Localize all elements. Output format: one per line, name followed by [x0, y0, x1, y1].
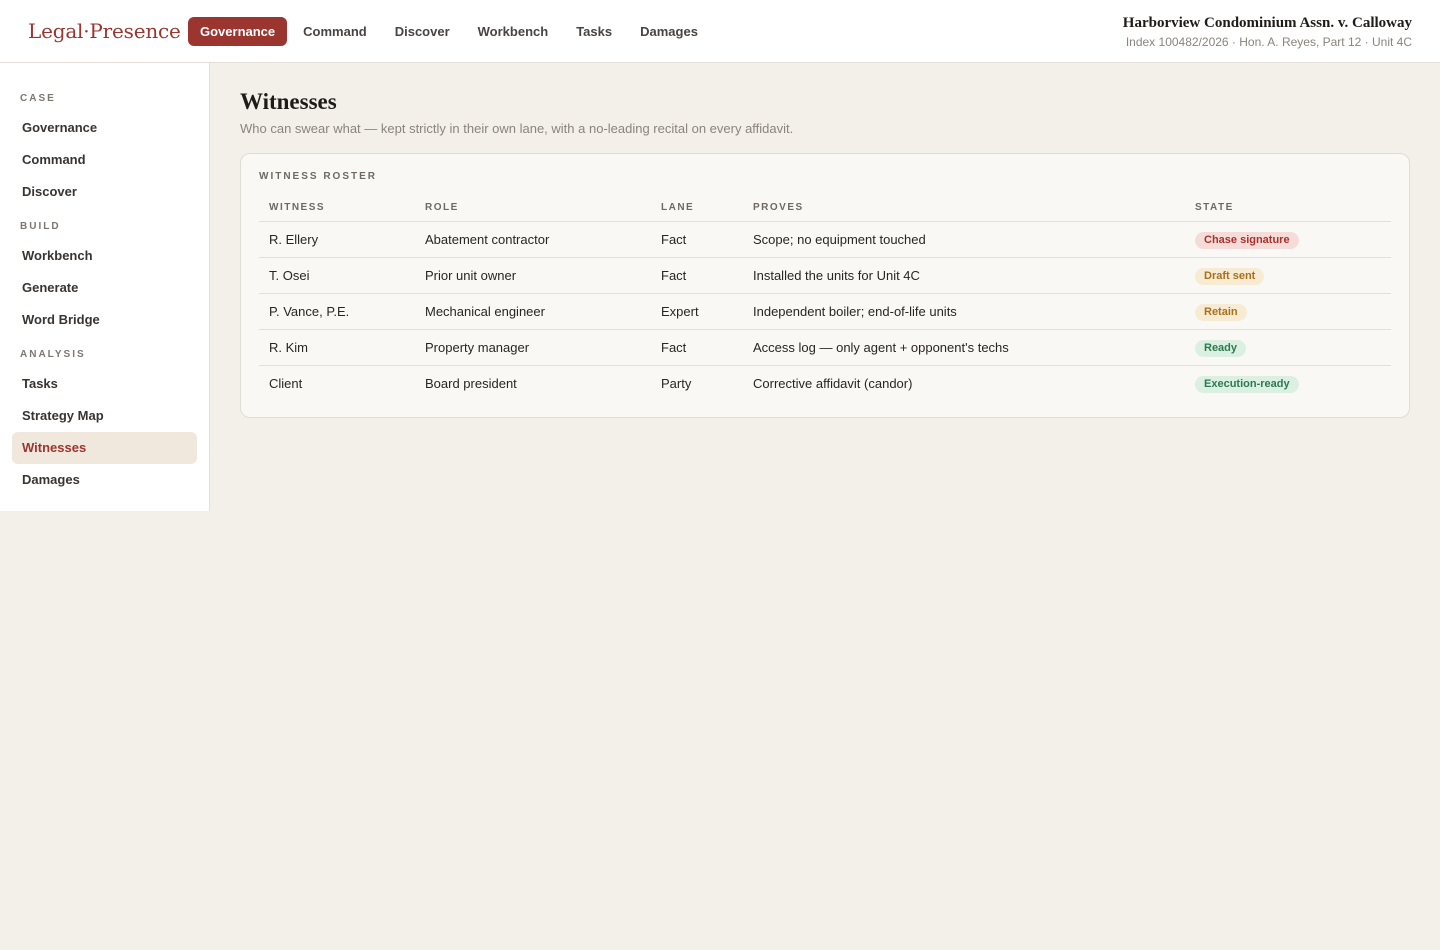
table-row[interactable]: P. Vance, P.E. Mechanical engineer Exper… — [259, 294, 1391, 330]
cell-witness: P. Vance, P.E. — [269, 304, 350, 319]
status-badge: Ready — [1195, 340, 1247, 357]
cell-witness: R. Ellery — [269, 232, 319, 247]
table-header: WITNESS ROLE LANE PROVES STATE — [259, 196, 1391, 222]
status-badge: Chase signature — [1195, 232, 1299, 249]
table-row[interactable]: Client Board president Party Corrective … — [259, 366, 1391, 402]
topnav-command[interactable]: Command — [291, 17, 379, 46]
case-title: Harborview Condominium Assn. v. Calloway — [1122, 15, 1412, 31]
topnav-workbench[interactable]: Workbench — [466, 17, 561, 46]
page-subtitle: Who can swear what — kept strictly in th… — [240, 121, 794, 136]
col-state[interactable]: STATE — [1195, 202, 1234, 213]
cell-proves: Installed the units for Unit 4C — [753, 268, 920, 283]
cell-witness: T. Osei — [269, 268, 310, 283]
table-row[interactable]: R. Ellery Abatement contractor Fact Scop… — [259, 222, 1391, 258]
cell-proves: Corrective affidavit (candor) — [753, 376, 913, 391]
cell-role: Mechanical engineer — [425, 304, 545, 319]
main-content: Witnesses Who can swear what — kept stri… — [240, 89, 1410, 418]
case-subtitle: Index 100482/2026 · Hon. A. Reyes, Part … — [1125, 35, 1412, 49]
sidebar: CASE Governance Command Discover BUILD W… — [0, 63, 210, 511]
col-role[interactable]: ROLE — [425, 202, 459, 213]
cell-proves: Access log — only agent + opponent's tec… — [753, 340, 1009, 355]
sidebar-section-case: CASE — [20, 93, 56, 104]
brand-logo[interactable]: Legal·Presence — [28, 19, 181, 43]
col-lane[interactable]: LANE — [661, 202, 694, 213]
sidebar-item-tasks[interactable]: Tasks — [12, 368, 197, 400]
sidebar-section-build: BUILD — [20, 221, 61, 232]
cell-proves: Independent boiler; end-of-life units — [753, 304, 957, 319]
col-witness[interactable]: WITNESS — [269, 202, 325, 213]
sidebar-item-damages[interactable]: Damages — [12, 464, 197, 496]
topnav-discover[interactable]: Discover — [383, 17, 462, 46]
brand-right: Presence — [89, 19, 181, 43]
brand-left: Legal — [28, 19, 84, 43]
cell-role: Property manager — [425, 340, 530, 355]
witness-table: WITNESS ROLE LANE PROVES STATE R. Ellery… — [259, 196, 1391, 402]
top-bar: Legal·Presence Governance Command Discov… — [0, 0, 1440, 63]
status-badge: Draft sent — [1195, 268, 1265, 285]
status-badge: Execution-ready — [1195, 376, 1299, 393]
sidebar-item-word-bridge[interactable]: Word Bridge — [12, 304, 197, 336]
top-nav: Governance Command Discover Workbench Ta… — [188, 17, 714, 46]
cell-lane: Party — [661, 376, 692, 391]
sidebar-item-strategy-map[interactable]: Strategy Map — [12, 400, 197, 432]
cell-role: Board president — [425, 376, 517, 391]
sidebar-item-generate[interactable]: Generate — [12, 272, 197, 304]
cell-lane: Expert — [661, 304, 699, 319]
sidebar-item-command[interactable]: Command — [12, 144, 197, 176]
status-badge: Retain — [1195, 304, 1247, 321]
topnav-damages[interactable]: Damages — [628, 17, 710, 46]
witness-roster-card: WITNESS ROSTER WITNESS ROLE LANE PROVES … — [240, 153, 1410, 418]
col-proves[interactable]: PROVES — [753, 202, 804, 213]
cell-witness: Client — [269, 376, 303, 391]
topnav-governance[interactable]: Governance — [188, 17, 288, 46]
cell-lane: Fact — [661, 232, 687, 247]
page-title: Witnesses — [240, 89, 337, 114]
card-label: WITNESS ROSTER — [259, 171, 378, 182]
sidebar-item-governance[interactable]: Governance — [12, 112, 197, 144]
cell-proves: Scope; no equipment touched — [753, 232, 926, 247]
sidebar-item-witnesses[interactable]: Witnesses — [12, 432, 197, 464]
cell-witness: R. Kim — [269, 340, 308, 355]
cell-lane: Fact — [661, 268, 687, 283]
topnav-tasks[interactable]: Tasks — [564, 17, 624, 46]
cell-role: Prior unit owner — [425, 268, 517, 283]
case-header: Harborview Condominium Assn. v. Calloway… — [1123, 15, 1412, 49]
cell-role: Abatement contractor — [425, 232, 550, 247]
sidebar-item-workbench[interactable]: Workbench — [12, 240, 197, 272]
cell-lane: Fact — [661, 340, 687, 355]
sidebar-section-analysis: ANALYSIS — [20, 349, 86, 360]
table-row[interactable]: T. Osei Prior unit owner Fact Installed … — [259, 258, 1391, 294]
sidebar-item-discover[interactable]: Discover — [12, 176, 197, 208]
table-row[interactable]: R. Kim Property manager Fact Access log … — [259, 330, 1391, 366]
